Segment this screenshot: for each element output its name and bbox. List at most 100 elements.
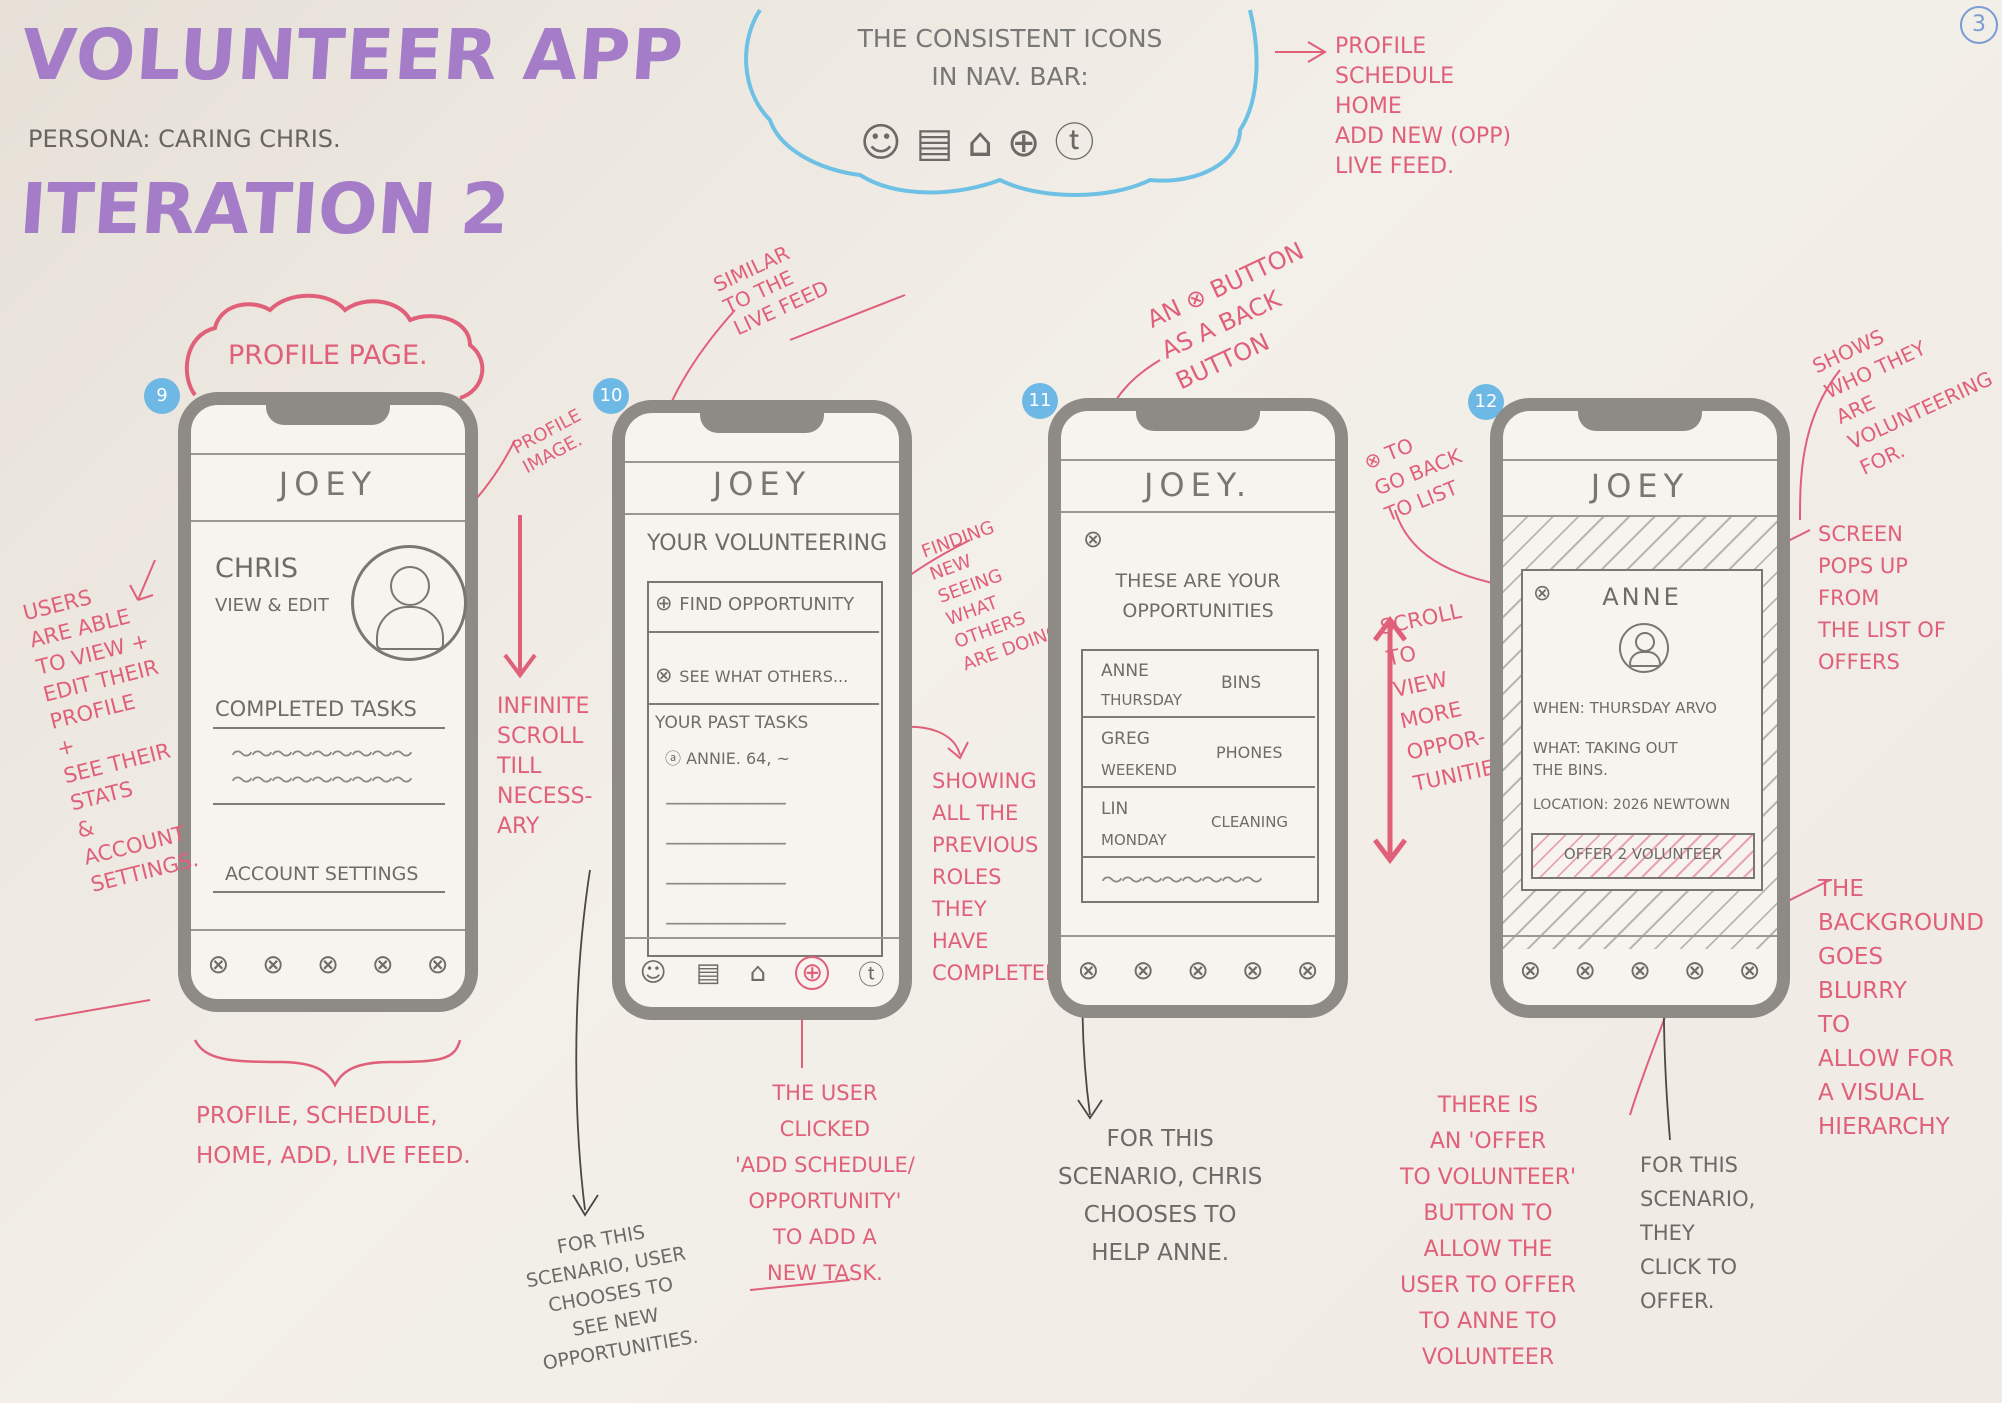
screen-10-number: 10 bbox=[593, 378, 629, 414]
add-icon: ⊕ bbox=[655, 591, 680, 615]
scenario-10-pointer bbox=[572, 869, 599, 1217]
back-close-icon[interactable]: ⊗ bbox=[1083, 525, 1103, 553]
page-number-badge: 3 bbox=[1960, 6, 1998, 44]
sketch-board: VOLUNTEER APP PERSONA: CARING CHRIS. ITE… bbox=[0, 0, 2002, 1403]
opportunity-name: ANNE bbox=[1101, 661, 1149, 681]
past-tasks-heading: YOUR PAST TASKS bbox=[655, 713, 809, 733]
home-icon[interactable]: ⌂ bbox=[750, 958, 767, 988]
live-feed-icon[interactable]: ⓣ bbox=[858, 955, 884, 992]
past-task-item[interactable]: ⓐ ANNIE. 64, ~ bbox=[665, 745, 790, 769]
placeholder-line: —————— bbox=[665, 831, 787, 856]
nav-placeholder-icon[interactable]: ⊗ bbox=[317, 950, 339, 980]
nav-placeholder-icon[interactable]: ⊗ bbox=[1739, 956, 1761, 986]
home-icon: ⌂ bbox=[967, 120, 1007, 166]
opportunity-day: THURSDAY bbox=[1101, 691, 1182, 709]
nav-placeholder-icon[interactable]: ⊗ bbox=[208, 950, 230, 980]
nav-order-note: PROFILE, SCHEDULE, HOME, ADD, LIVE FEED. bbox=[196, 1103, 471, 1169]
person-icon[interactable]: ☺ bbox=[640, 958, 667, 988]
avatar-head bbox=[390, 566, 430, 606]
tasks-divider bbox=[213, 803, 445, 805]
placeholder-line: —————— bbox=[665, 871, 787, 896]
nav-placeholder-icon[interactable]: ⊗ bbox=[372, 950, 394, 980]
nav-placeholder-icon[interactable]: ⊗ bbox=[1187, 956, 1209, 986]
phone-notch bbox=[700, 411, 824, 433]
popup-note: SCREEN POPS UP FROM THE LIST OF OFFERS bbox=[1818, 522, 1946, 674]
offer-volunteer-button[interactable]: OFFER 2 VOLUNTEER bbox=[1531, 833, 1755, 879]
completed-underline bbox=[213, 727, 445, 729]
phone-screen-10: JOEY YOUR VOLUNTEERING ⊕ FIND OPPORTUNIT… bbox=[612, 400, 912, 1020]
avatar-head bbox=[1635, 632, 1655, 652]
add-icon[interactable]: ⊕ bbox=[795, 956, 830, 990]
nav-legend-arrow bbox=[1275, 41, 1327, 63]
brace-9 bbox=[193, 1039, 462, 1088]
popup-location: LOCATION: 2026 NEWTOWN bbox=[1533, 797, 1731, 813]
nav-placeholder-icon[interactable]: ⊗ bbox=[427, 950, 449, 980]
find-opportunity-button[interactable]: ⊕ FIND OPPORTUNITY bbox=[655, 591, 854, 615]
nav-bar: ⊗ ⊗ ⊗ ⊗ ⊗ bbox=[1061, 935, 1335, 1005]
list-divider bbox=[1081, 786, 1315, 788]
nav-placeholder-icon[interactable]: ⊗ bbox=[1629, 956, 1651, 986]
opportunity-task: BINS bbox=[1221, 673, 1262, 693]
schedule-icon[interactable]: ▤ bbox=[696, 958, 721, 988]
nav-bar: ☺ ▤ ⌂ ⊕ ⓣ bbox=[625, 937, 899, 1007]
person-icon: ☺ bbox=[860, 120, 916, 166]
view-edit-link[interactable]: VIEW & EDIT bbox=[215, 595, 329, 616]
scenario-10-note: FOR THIS SCENARIO, USER CHOOSES TO SEE N… bbox=[524, 1221, 700, 1375]
volunteering-panel bbox=[647, 581, 883, 957]
nav-bar: ⊗ ⊗ ⊗ ⊗ ⊗ bbox=[1503, 935, 1777, 1005]
see-others-button[interactable]: ⊗ SEE WHAT OTHERS... bbox=[655, 663, 848, 687]
settings-underline bbox=[213, 891, 445, 893]
nav-bar: ⊗ ⊗ ⊗ ⊗ ⊗ bbox=[191, 929, 465, 999]
opportunity-day: MONDAY bbox=[1101, 831, 1167, 849]
popup-what: WHAT: TAKING OUT THE BINS. bbox=[1533, 739, 1678, 779]
screen-title: JOEY bbox=[712, 465, 812, 503]
screen-11-number: 11 bbox=[1022, 383, 1058, 419]
close-icon: ⊗ bbox=[655, 663, 680, 687]
phone-notch bbox=[266, 403, 390, 425]
account-settings-link[interactable]: ACCOUNT SETTINGS bbox=[225, 863, 418, 885]
screen-title: JOEY bbox=[278, 465, 378, 503]
placeholder-line: —————— bbox=[665, 791, 787, 816]
find-opportunity-label: FIND OPPORTUNITY bbox=[679, 594, 855, 615]
screen-9-number: 9 bbox=[144, 378, 180, 414]
profile-page-label: PROFILE PAGE. bbox=[228, 340, 428, 371]
past-task-label: ANNIE. 64, ~ bbox=[686, 749, 790, 768]
screen-title: JOEY bbox=[1590, 467, 1690, 505]
phone-notch bbox=[1136, 409, 1260, 431]
placeholder-line: —————— bbox=[665, 911, 787, 936]
add-icon: ⊕ bbox=[1006, 120, 1055, 166]
popup-when: WHEN: THURSDAY ARVO bbox=[1533, 699, 1717, 717]
offer-note: THERE IS AN 'OFFER TO VOLUNTEER' BUTTON … bbox=[1400, 1093, 1577, 1370]
offer-button-label: OFFER 2 VOLUNTEER bbox=[1563, 845, 1723, 863]
opportunities-heading: THESE ARE YOUR OPPORTUNITIES bbox=[1115, 570, 1281, 622]
opportunity-name: GREG bbox=[1101, 729, 1150, 749]
phone-screen-9: JOEY CHRIS VIEW & EDIT COMPLETED TASKS 〜… bbox=[178, 392, 478, 1012]
nav-legend: PROFILE SCHEDULE HOME ADD NEW (OPP) LIVE… bbox=[1335, 34, 1512, 179]
nav-placeholder-icon[interactable]: ⊗ bbox=[1520, 956, 1542, 986]
nav-placeholder-icon[interactable]: ⊗ bbox=[1078, 956, 1100, 986]
opportunity-day: WEEKEND bbox=[1101, 761, 1177, 779]
your-volunteering-heading: YOUR VOLUNTEERING bbox=[647, 531, 888, 556]
avatar-body bbox=[1629, 651, 1661, 667]
panel-divider bbox=[647, 703, 879, 705]
iteration-label: ITERATION 2 bbox=[17, 168, 513, 250]
title-divider bbox=[1061, 511, 1335, 513]
list-divider bbox=[1081, 856, 1315, 858]
completed-tasks-heading: COMPLETED TASKS bbox=[215, 697, 417, 721]
screen-title: JOEY. bbox=[1143, 466, 1253, 504]
nav-placeholder-icon[interactable]: ⊗ bbox=[1242, 956, 1264, 986]
nav-placeholder-icon[interactable]: ⊗ bbox=[1574, 956, 1596, 986]
phone-screen-12: JOEY ⊗ ANNE WHEN: THURSDAY ARVO WHAT: TA… bbox=[1490, 398, 1790, 1018]
schedule-icon: ▤ bbox=[915, 120, 968, 166]
nav-placeholder-icon[interactable]: ⊗ bbox=[1132, 956, 1154, 986]
panel-divider bbox=[647, 631, 879, 633]
nav-placeholder-icon[interactable]: ⊗ bbox=[1297, 956, 1319, 986]
offer-popup: ⊗ ANNE WHEN: THURSDAY ARVO WHAT: TAKING … bbox=[1521, 569, 1763, 891]
list-divider bbox=[1081, 716, 1315, 718]
see-others-label: SEE WHAT OTHERS... bbox=[679, 667, 849, 686]
avatar bbox=[351, 545, 467, 661]
click-offer-note: FOR THIS SCENARIO, THEY CLICK TO OFFER. bbox=[1640, 1153, 1756, 1313]
nav-placeholder-icon[interactable]: ⊗ bbox=[1684, 956, 1706, 986]
status-divider bbox=[1061, 459, 1335, 461]
nav-placeholder-icon[interactable]: ⊗ bbox=[262, 950, 284, 980]
